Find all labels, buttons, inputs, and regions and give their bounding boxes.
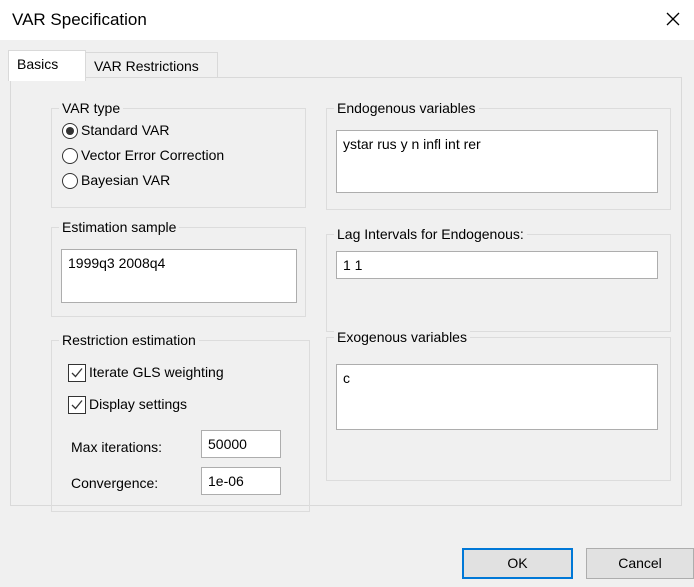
lag-intervals-label: Lag Intervals for Endogenous: [334,226,527,243]
radio-vector-error-correction[interactable]: Vector Error Correction [62,144,224,166]
tab-var-restrictions[interactable]: VAR Restrictions [85,52,218,80]
radio-standard-var-label: Standard VAR [81,122,170,138]
basics-panel: VAR type Standard VAR Vector Error Corre… [10,77,682,512]
endogenous-variables-group: Endogenous variables ystar rus y n infl … [326,100,671,210]
checkbox-checked-icon [68,396,86,415]
estimation-sample-group: Estimation sample 1999q3 2008q4 [51,219,306,317]
exogenous-variables-label: Exogenous variables [334,329,470,346]
checkbox-checked-icon [68,364,86,383]
display-settings-checkbox[interactable]: Display settings [68,393,187,415]
restriction-estimation-label: Restriction estimation [59,332,199,349]
endogenous-variables-label: Endogenous variables [334,100,479,117]
ok-button[interactable]: OK [462,548,573,579]
display-settings-label: Display settings [89,396,188,412]
lag-intervals-group: Lag Intervals for Endogenous: 1 1 [326,226,671,332]
restriction-estimation-group: Restriction estimation Iterate GLS weigh… [51,332,310,512]
radio-bayesian-var-label: Bayesian VAR [81,172,171,188]
convergence-label: Convergence: [71,475,159,491]
lag-intervals-input[interactable]: 1 1 [336,251,658,279]
estimation-sample-input[interactable]: 1999q3 2008q4 [61,249,297,303]
radio-standard-var[interactable]: Standard VAR [62,119,169,141]
radio-selected-icon [62,123,78,140]
window-title: VAR Specification [12,10,147,29]
radio-vector-error-correction-label: Vector Error Correction [81,147,225,163]
iterate-gls-checkbox[interactable]: Iterate GLS weighting [68,361,224,383]
convergence-input[interactable]: 1e-06 [201,467,281,495]
iterate-gls-label: Iterate GLS weighting [89,364,224,380]
title-bar: VAR Specification [0,0,694,40]
max-iterations-label: Max iterations: [71,439,163,455]
dialog-body: Basics VAR Restrictions VAR type Standar… [0,40,694,587]
exogenous-variables-input[interactable]: c [336,364,658,430]
var-type-group: VAR type Standard VAR Vector Error Corre… [51,100,306,208]
var-type-label: VAR type [59,100,124,117]
endogenous-variables-input[interactable]: ystar rus y n infl int rer [336,130,658,193]
radio-bayesian-var[interactable]: Bayesian VAR [62,169,170,191]
tab-basics[interactable]: Basics [8,50,86,81]
max-iterations-input[interactable]: 50000 [201,430,281,458]
close-icon[interactable] [662,8,684,30]
estimation-sample-label: Estimation sample [59,219,180,236]
radio-unselected-icon [62,173,78,190]
radio-unselected-icon [62,148,78,165]
cancel-button[interactable]: Cancel [586,548,694,579]
exogenous-variables-group: Exogenous variables c [326,329,671,481]
